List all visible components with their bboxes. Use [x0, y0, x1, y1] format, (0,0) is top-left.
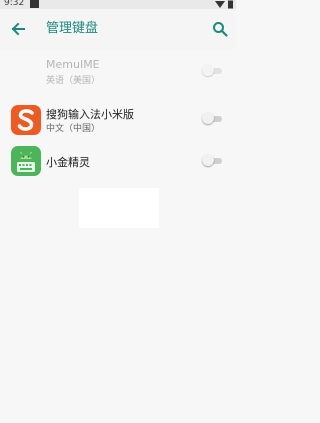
toggle-thumb: [202, 154, 214, 166]
keyboard-name: 小金精灵: [46, 156, 90, 169]
android-keyboard-icon: [11, 146, 41, 176]
keyboard-toggle-sogou[interactable]: [202, 112, 222, 126]
keyboard-language: 中文（中国）: [46, 124, 101, 134]
empty-placeholder-box: [79, 188, 159, 228]
keyboard-row-xiaojin[interactable]: 小金精灵: [0, 145, 236, 191]
wifi-icon: [215, 1, 225, 8]
status-bar: 9:32: [0, 0, 236, 9]
keyboard-toggle-xiaojin[interactable]: [202, 154, 222, 168]
keyboard-row-memuime[interactable]: MemuIME 英语（美国）: [0, 58, 236, 104]
app-bar: 管理键盘: [0, 9, 236, 49]
keyboard-toggle-memuime[interactable]: [202, 64, 222, 78]
keyboard-language: 英语（美国）: [46, 76, 101, 86]
status-time: 9:32: [4, 0, 25, 8]
keyboard-row-sogou[interactable]: 搜狗输入法小米版 中文（中国）: [0, 104, 236, 150]
toggle-thumb: [202, 112, 214, 124]
search-icon[interactable]: [210, 19, 230, 39]
keyboard-name: MemuIME: [46, 58, 100, 71]
toggle-thumb: [202, 64, 214, 76]
keyboard-name: 搜狗输入法小米版: [46, 108, 134, 121]
sogou-icon: [11, 105, 41, 135]
page-title: 管理键盘: [46, 21, 99, 36]
battery-icon: [228, 0, 233, 9]
status-icons: [215, 0, 233, 9]
notification-square-icon: [30, 0, 39, 8]
back-arrow-icon[interactable]: [8, 19, 28, 39]
